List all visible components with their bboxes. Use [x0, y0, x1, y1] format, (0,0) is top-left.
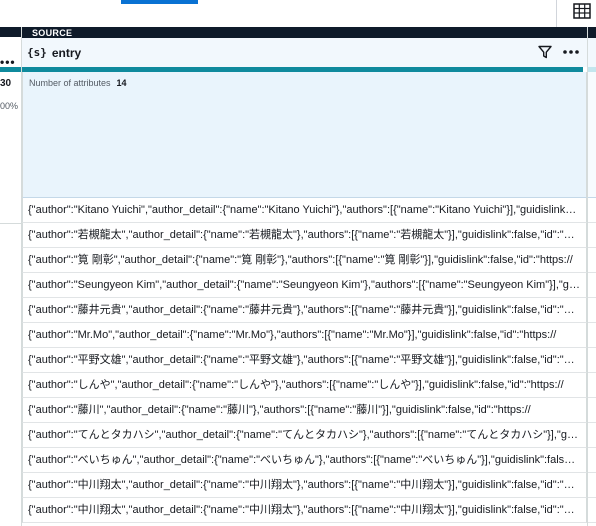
attributes-label: Number of attributes — [29, 78, 111, 88]
table-row[interactable]: {"author":"藤井元貴","author_detail":{"name"… — [22, 298, 587, 323]
attributes-summary: Number of attributes 14 — [29, 78, 127, 88]
attributes-count: 14 — [116, 78, 127, 88]
next-column-cell — [588, 273, 596, 298]
grid-view-icon — [572, 3, 591, 19]
column-header[interactable]: {s} entry — [22, 38, 587, 67]
table-row[interactable]: {"author":"しんや","author_detail":{"name":… — [22, 373, 587, 398]
previous-column-header: ••• — [0, 37, 21, 69]
previous-column-profile: 30 00% — [0, 72, 21, 224]
data-rows: {"author":"Kitano Yuichi","author_detail… — [22, 198, 587, 523]
next-column — [587, 27, 596, 526]
next-column-cell — [588, 298, 596, 323]
table-row[interactable]: {"author":"べいちゅん","author_detail":{"name… — [22, 448, 587, 473]
next-column-cell — [588, 423, 596, 448]
next-column-cell — [588, 323, 596, 348]
next-column-header — [588, 38, 596, 67]
previous-column: ••• 30 00% — [0, 27, 22, 526]
next-column-cell — [588, 248, 596, 273]
next-column-cell — [588, 473, 596, 498]
column-category-bar — [588, 27, 596, 38]
table-row[interactable]: {"author":"藤川","author_detail":{"name":"… — [22, 398, 587, 423]
table-row[interactable]: {"author":"Seungyeon Kim","author_detail… — [22, 273, 587, 298]
next-column-cell — [588, 398, 596, 423]
string-type-icon: {s} — [27, 46, 47, 59]
table-row[interactable]: {"author":"平野文雄","author_detail":{"name"… — [22, 348, 587, 373]
top-toolbar — [0, 0, 596, 27]
active-tab-indicator — [121, 0, 198, 4]
next-column-cell — [588, 373, 596, 398]
table-row[interactable]: {"author":"若槻龍太","author_detail":{"name"… — [22, 223, 587, 248]
next-column-cell — [588, 223, 596, 248]
table-row[interactable]: {"author":"筧 剛彰","author_detail":{"name"… — [22, 248, 587, 273]
next-column-cell — [588, 498, 596, 523]
value-percent: 00% — [0, 101, 19, 111]
next-column-cell — [588, 348, 596, 373]
next-column-cell — [588, 198, 596, 223]
filter-icon[interactable] — [538, 45, 552, 59]
entry-column: SOURCE {s} entry Number of attributes 14 … — [22, 27, 587, 526]
column-profile: Number of attributes 14 — [22, 72, 587, 198]
table-row[interactable]: {"author":"中川翔太","author_detail":{"name"… — [22, 473, 587, 498]
next-column-cell — [588, 448, 596, 473]
column-category-bar — [0, 27, 21, 37]
source-label: SOURCE — [22, 27, 587, 38]
column-name: entry — [51, 45, 82, 60]
value-count: 30 — [0, 78, 12, 89]
grid-view-button[interactable] — [567, 0, 596, 22]
table-row[interactable]: {"author":"Mr.Mo","author_detail":{"name… — [22, 323, 587, 348]
toolbar-divider — [556, 0, 557, 27]
table-row[interactable]: {"author":"Kitano Yuichi","author_detail… — [22, 198, 587, 223]
table-row[interactable]: {"author":"中川翔太","author_detail":{"name"… — [22, 498, 587, 523]
table-row[interactable]: {"author":"てんとタカハシ","author_detail":{"na… — [22, 423, 587, 448]
next-column-profile — [588, 72, 596, 198]
more-actions-icon[interactable] — [561, 44, 581, 60]
